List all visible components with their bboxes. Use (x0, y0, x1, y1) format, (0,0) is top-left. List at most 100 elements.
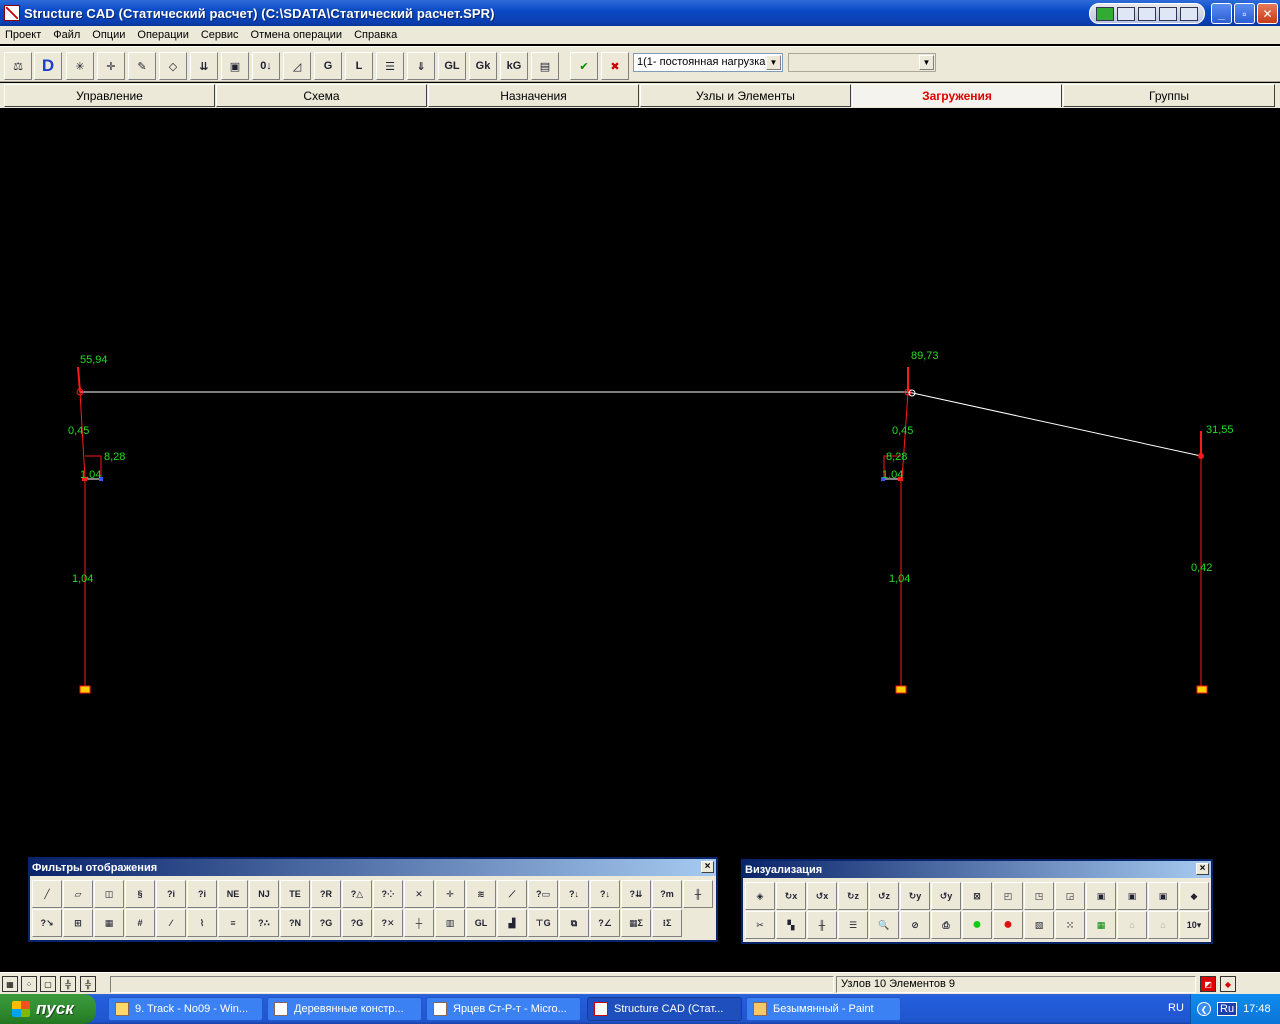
tab-scheme[interactable]: Схема (216, 84, 427, 107)
box-grid-icon[interactable]: ⊠ (962, 882, 992, 910)
triangle-load-icon[interactable]: ◿ (283, 52, 311, 80)
cancel-icon[interactable]: ✖ (601, 52, 629, 80)
zoom-off-icon[interactable]: ⊘ (900, 911, 930, 939)
box-view-icon[interactable]: ◰ (993, 882, 1023, 910)
plate-icon[interactable]: ◇ (159, 52, 187, 80)
view4-icon[interactable]: ╬ (60, 976, 76, 992)
filter-grid-arrow-icon[interactable]: ⊞ (63, 909, 93, 937)
print-icon[interactable]: ⎙ (931, 911, 961, 939)
support[interactable] (79, 685, 91, 694)
close-icon[interactable]: × (1196, 863, 1209, 875)
menu-options[interactable]: Опции (92, 29, 125, 41)
red-diag-icon[interactable]: ◩ (1200, 976, 1216, 992)
accept-icon[interactable]: ✔ (570, 52, 598, 80)
table-icon[interactable]: ▤ (531, 52, 559, 80)
filter-ne-icon[interactable]: NE (218, 880, 248, 908)
red-cube-icon[interactable]: ◆ (1220, 976, 1236, 992)
load-distributed-icon[interactable]: ⇊ (190, 52, 218, 80)
filter-beam-icon[interactable]: ?▭ (528, 880, 558, 908)
task-word-yartsev[interactable]: Ярцев Ст-Р-т - Micro... (426, 997, 581, 1021)
task-track[interactable]: 9. Track - No09 - Win... (108, 997, 263, 1021)
rotate-x-icon[interactable]: ↻x (776, 882, 806, 910)
scales-icon[interactable]: ⚖ (4, 52, 32, 80)
close-icon[interactable]: × (701, 861, 714, 873)
view-icon[interactable]: ▦ (2, 976, 18, 992)
gk-icon[interactable]: Gk (469, 52, 497, 80)
beam-arrow-icon[interactable]: ⇓ (407, 52, 435, 80)
filter-x-icon[interactable]: ?✕ (373, 909, 403, 937)
cube-cyan4-icon[interactable]: ◆ (1179, 882, 1209, 910)
filter-spring-icon[interactable]: § (125, 880, 155, 908)
drawing-canvas[interactable]: 55,94 89,73 31,55 0,45 0,45 8,28 8,28 1,… (3, 109, 1277, 970)
nvidia-icon[interactable] (1096, 6, 1114, 21)
cube-cyan3-icon[interactable]: ▣ (1148, 882, 1178, 910)
numeric-icon[interactable]: 10▾ (1179, 911, 1209, 939)
rotate-z2-icon[interactable]: ↺z (869, 882, 899, 910)
list-dropdown-icon[interactable]: ☰ (838, 911, 868, 939)
d-icon[interactable]: D (34, 52, 62, 80)
window-icon[interactable] (1138, 6, 1156, 21)
clock[interactable]: 17:48 (1243, 1003, 1271, 1015)
frame-icon[interactable]: ╫ (807, 911, 837, 939)
filter-sigma-icon[interactable]: ▦Σ (621, 909, 651, 937)
maximize-button[interactable]: ▫ (1234, 3, 1255, 24)
restore-small-icon[interactable] (1159, 6, 1177, 21)
filter-line-icon[interactable]: ╱ (32, 880, 62, 908)
menu-help[interactable]: Справка (354, 29, 397, 41)
view2-icon[interactable]: ⁘ (21, 976, 37, 992)
beam-load-icon[interactable]: ☰ (376, 52, 404, 80)
task-structure-cad[interactable]: Structure CAD (Стат... (587, 997, 742, 1021)
filter-xi-icon[interactable]: ?i (187, 880, 217, 908)
menu-service[interactable]: Сервис (201, 29, 239, 41)
node[interactable] (1198, 453, 1204, 459)
kg-icon[interactable]: kG (500, 52, 528, 80)
filter-hatch-icon[interactable]: ≋ (466, 880, 496, 908)
cube-cyan2-icon[interactable]: ▣ (1117, 882, 1147, 910)
cube-cyan-icon[interactable]: ▣ (1086, 882, 1116, 910)
chevron-down-icon[interactable]: ▼ (919, 55, 934, 70)
rotate-z-icon[interactable]: ↻z (838, 882, 868, 910)
menu-file[interactable]: Файл (53, 29, 80, 41)
filter-gl-icon[interactable]: GL (466, 909, 496, 937)
minimize-small-icon[interactable] (1180, 6, 1198, 21)
filter-r-icon[interactable]: ?R (311, 880, 341, 908)
menu-operations[interactable]: Операции (137, 29, 188, 41)
filter-angle-icon[interactable]: ?∠ (590, 909, 620, 937)
keyboard-layout[interactable]: Ru (1217, 1002, 1238, 1016)
dotted-grid-icon[interactable]: ⁙ (1055, 911, 1085, 939)
filter-cross-icon[interactable]: ✕ (404, 880, 434, 908)
filter-cube-icon[interactable]: ◫ (94, 880, 124, 908)
filter-node-arrow-icon[interactable]: ?↘ (32, 909, 62, 937)
beam-sloped[interactable] (907, 391, 1202, 457)
close-button[interactable]: ✕ (1257, 3, 1278, 24)
chevron-left-icon[interactable]: ❮ (1197, 1002, 1211, 1016)
view3-icon[interactable]: ▢ (40, 976, 56, 992)
zero-load-icon[interactable]: 0↓ (252, 52, 280, 80)
filter-arrow-down-icon[interactable]: ?↓ (559, 880, 589, 908)
filter-table-icon[interactable]: ▦ (94, 909, 124, 937)
menu-undo[interactable]: Отмена операции (251, 29, 343, 41)
chevron-down-icon[interactable]: ▼ (766, 55, 781, 70)
tab-nodes-elements[interactable]: Узлы и Элементы (640, 84, 851, 107)
filter-plate-icon[interactable]: ▱ (63, 880, 93, 908)
task-paint[interactable]: Безымянный - Paint (746, 997, 901, 1021)
tab-loads[interactable]: Загружения (852, 84, 1062, 107)
scissors-icon[interactable]: ✂ (745, 911, 775, 939)
filter-nj-icon[interactable]: NJ (249, 880, 279, 908)
filter-grid-icon[interactable]: ┼ (404, 909, 434, 937)
minimize-button[interactable]: _ (1211, 3, 1232, 24)
g-load-icon[interactable]: G (314, 52, 342, 80)
filter-g3-icon[interactable]: ⊤G (528, 909, 558, 937)
palette-title-bar[interactable]: Фильтры отображения × (30, 859, 716, 876)
filter-slash-icon[interactable]: ⟋ (497, 880, 527, 908)
filter-load-icon[interactable]: ?⇊ (621, 880, 651, 908)
filter-i-icon[interactable]: ?i (156, 880, 186, 908)
tool-icon[interactable] (1117, 6, 1135, 21)
filter-sigma2-icon[interactable]: ⁝Σ (652, 909, 682, 937)
support[interactable] (1196, 685, 1208, 694)
filter-g2-icon[interactable]: ?G (342, 909, 372, 937)
menu-project[interactable]: Проект (5, 29, 41, 41)
filter-layers-icon[interactable]: ≡ (218, 909, 248, 937)
secondary-select[interactable]: ▼ (788, 53, 936, 72)
node-axis-icon[interactable]: ✛ (97, 52, 125, 80)
